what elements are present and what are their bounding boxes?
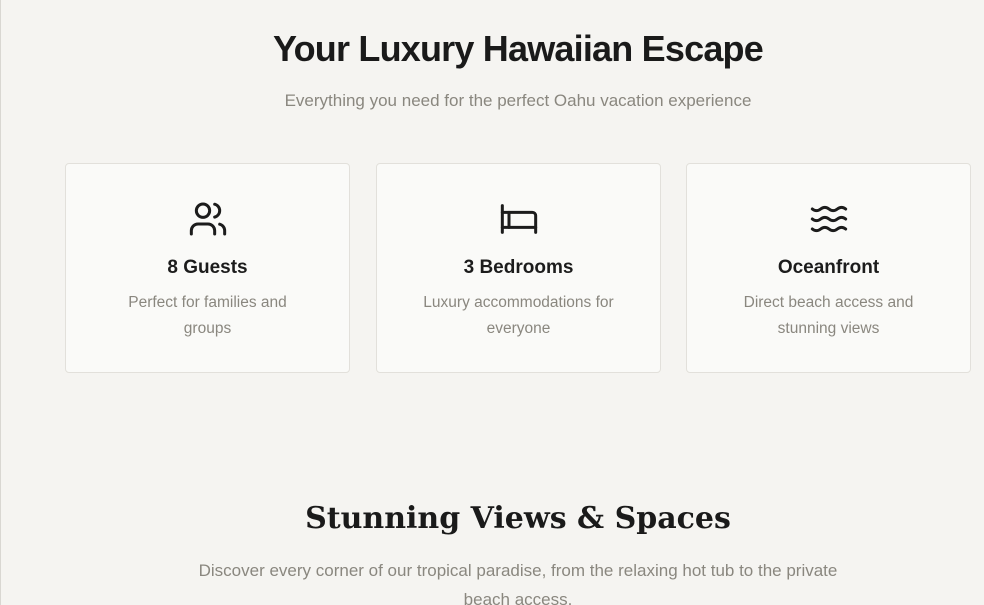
feature-description: Perfect for families and groups — [128, 294, 287, 337]
bed-icon — [499, 199, 539, 239]
users-icon — [188, 199, 228, 239]
feature-description: Direct beach access and stunning views — [743, 294, 914, 337]
waves-icon — [809, 199, 849, 239]
page: Your Luxury Hawaiian Escape Everything y… — [0, 0, 984, 605]
feature-card-bedrooms: 3 Bedrooms Luxury accommodations for eve… — [376, 163, 661, 373]
gallery-title: Stunning Views & Spaces — [305, 501, 731, 536]
hero-subtitle: Everything you need for the perfect Oahu… — [284, 91, 752, 110]
feature-card-oceanfront: Oceanfront Direct beach access and stunn… — [686, 163, 971, 373]
feature-description: Luxury accommodations for everyone — [423, 294, 614, 337]
feature-card-guests: 8 Guests Perfect for families and groups — [65, 163, 350, 373]
gallery-subtitle: Discover every corner of our tropical pa… — [198, 561, 838, 605]
hero-title: Your Luxury Hawaiian Escape — [273, 28, 764, 69]
feature-title: 8 Guests — [167, 257, 248, 278]
feature-title: 3 Bedrooms — [463, 257, 574, 278]
feature-title: Oceanfront — [777, 257, 880, 278]
